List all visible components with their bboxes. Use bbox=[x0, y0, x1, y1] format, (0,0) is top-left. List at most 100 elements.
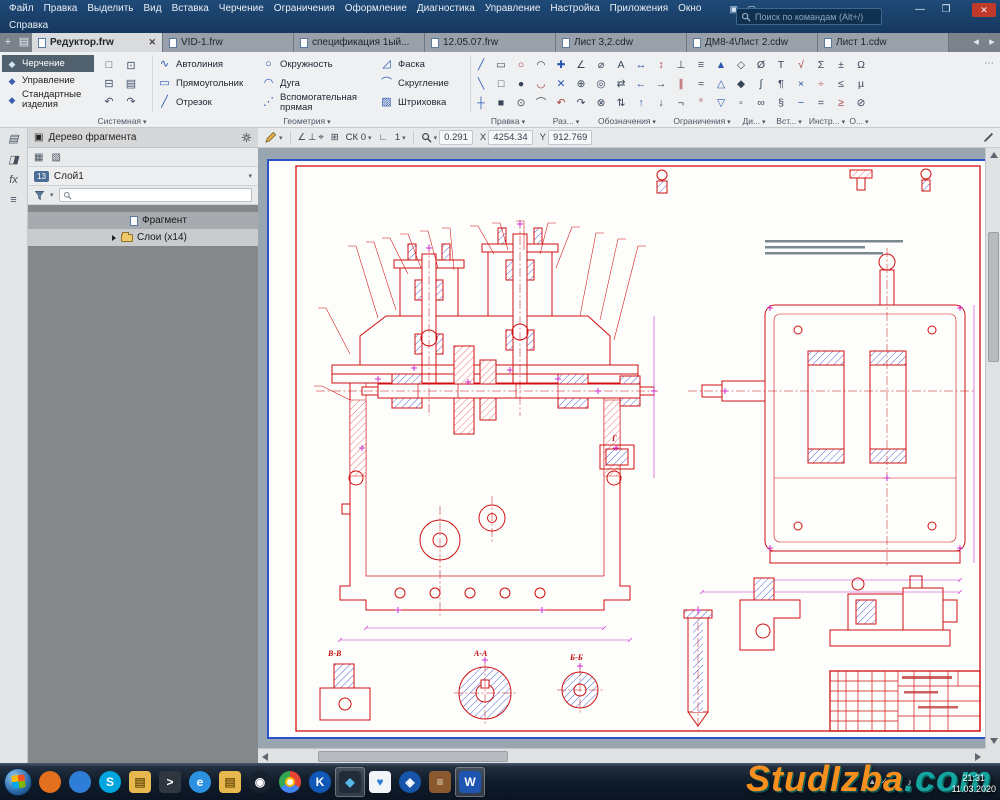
ribbon-tool-icon[interactable]: √ bbox=[791, 55, 811, 74]
ribbon-tool-icon[interactable]: ⊙ bbox=[511, 93, 531, 112]
likes-icon[interactable]: ♥ bbox=[365, 767, 395, 797]
ribbon-tool-icon[interactable]: ≤ bbox=[831, 74, 851, 93]
ortho-icon[interactable]: ∟ bbox=[379, 132, 388, 143]
kompas-app-icon[interactable]: ◆ bbox=[335, 767, 365, 797]
snap-icon[interactable]: ∠ bbox=[298, 132, 307, 143]
fillet-tool[interactable]: ⌒ Скругление bbox=[379, 74, 463, 93]
arc-tool[interactable]: ◠ Дуга bbox=[261, 74, 379, 93]
ie-icon[interactable]: e bbox=[185, 767, 215, 797]
menu-item[interactable]: Справка bbox=[4, 17, 53, 34]
document-tab[interactable]: Лист 1.cdw ✕ bbox=[818, 33, 949, 52]
undo-icon[interactable]: ↶ bbox=[98, 92, 120, 110]
ribbon-section-label[interactable]: Вст... bbox=[772, 116, 806, 126]
tab-scroll-left-icon[interactable]: ◂ bbox=[968, 33, 984, 52]
menu-item[interactable]: Настройка bbox=[545, 0, 604, 17]
coordinate-system-selector[interactable]: СК 0▾ bbox=[346, 132, 372, 143]
ribbon-tool-icon[interactable]: ◇ bbox=[731, 55, 751, 74]
segment-tool[interactable]: ╱ Отрезок bbox=[157, 93, 261, 112]
ribbon-tool-icon[interactable]: ⌒ bbox=[531, 93, 551, 112]
scroll-left-icon[interactable] bbox=[262, 753, 268, 761]
scroll-down-icon[interactable] bbox=[990, 738, 998, 744]
minimize-button[interactable]: — bbox=[910, 3, 930, 17]
pen-button[interactable] bbox=[983, 132, 994, 143]
ribbon-tool-icon[interactable]: ◡ bbox=[531, 74, 551, 93]
new-tab-button[interactable]: + bbox=[0, 33, 16, 52]
document-tab[interactable]: спецификация 1ый... ✕ bbox=[294, 33, 425, 52]
ribbon-tool-icon[interactable]: ⊘ bbox=[851, 93, 871, 112]
ribbon-section-label[interactable]: Ди... bbox=[736, 116, 772, 126]
menu-item[interactable]: Приложения bbox=[605, 0, 674, 17]
search-input[interactable] bbox=[755, 12, 877, 22]
ribbon-tool-icon[interactable]: ▫ bbox=[731, 93, 751, 112]
start-button[interactable] bbox=[4, 768, 32, 796]
ribbon-tool-icon[interactable]: ◆ bbox=[731, 74, 751, 93]
ribbon-section-label[interactable]: О... bbox=[848, 116, 870, 126]
chevron-down-icon[interactable]: ▾ bbox=[50, 191, 54, 199]
ribbon-tool-icon[interactable]: − bbox=[791, 93, 811, 112]
ribbon-tool-icon[interactable]: ◎ bbox=[591, 74, 611, 93]
toolset-upravlenie[interactable]: ◆ Управление bbox=[2, 72, 94, 89]
menu-item[interactable]: Правка bbox=[39, 0, 83, 17]
folder-icon[interactable]: ▤ bbox=[215, 767, 245, 797]
ribbon-section-label[interactable]: Ограничения bbox=[668, 116, 736, 126]
menu-item[interactable]: Диагностика bbox=[412, 0, 480, 17]
ribbon-tool-icon[interactable]: ⇅ bbox=[611, 93, 631, 112]
library-icon[interactable]: ≡ bbox=[425, 767, 455, 797]
filter-icon[interactable] bbox=[34, 190, 45, 201]
ribbon-tool-icon[interactable]: µ bbox=[851, 74, 871, 93]
ribbon-tool-icon[interactable]: □ bbox=[491, 74, 511, 93]
ribbon-tool-icon[interactable]: ° bbox=[691, 93, 711, 112]
console-icon[interactable]: > bbox=[155, 767, 185, 797]
hatch-tool[interactable]: ▨ Штриховка bbox=[379, 93, 463, 112]
ribbon-tool-icon[interactable]: ÷ bbox=[811, 74, 831, 93]
horizontal-scroll-thumb[interactable] bbox=[318, 751, 508, 762]
ribbon-tool-icon[interactable]: Ω bbox=[851, 55, 871, 74]
ribbon-tool-icon[interactable]: Ø bbox=[751, 55, 771, 74]
ribbon-tool-icon[interactable]: = bbox=[811, 93, 831, 112]
ribbon-tool-icon[interactable]: ⊕ bbox=[571, 74, 591, 93]
menu-item[interactable]: Вид bbox=[139, 0, 167, 17]
menu-item[interactable]: Оформление bbox=[340, 0, 412, 17]
draw-panel-icon[interactable]: ◨ bbox=[8, 153, 18, 166]
ribbon-tool-icon[interactable]: ← bbox=[631, 74, 651, 93]
tab-list-button[interactable]: ▤ bbox=[16, 33, 32, 52]
tab-close-icon[interactable]: ✕ bbox=[148, 37, 156, 48]
ribbon-tool-icon[interactable]: ✚ bbox=[551, 55, 571, 74]
zoom-control[interactable]: ▾ 0.291 bbox=[421, 130, 473, 145]
ribbon-tool-icon[interactable]: ¶ bbox=[771, 74, 791, 93]
ribbon-tool-icon[interactable]: ∞ bbox=[751, 93, 771, 112]
ribbon-overflow-icon[interactable]: ⋯ bbox=[984, 58, 994, 69]
chamfer-tool[interactable]: ◿ Фаска bbox=[379, 55, 463, 74]
ribbon-tool-icon[interactable]: ⊗ bbox=[591, 93, 611, 112]
ribbon-tool-icon[interactable]: ┼ bbox=[471, 93, 491, 112]
chrome-icon[interactable] bbox=[275, 767, 305, 797]
tree-toolbar-icon[interactable]: ▧ bbox=[51, 152, 60, 163]
open-icon[interactable]: ⊡ bbox=[120, 56, 142, 74]
document-tab[interactable]: 12.05.07.frw ✕ bbox=[425, 33, 556, 52]
layer-selector[interactable]: 13 Слой1 ▾ bbox=[28, 167, 258, 186]
snap-icon[interactable]: ⌖ bbox=[318, 132, 323, 143]
menu-icon[interactable]: ≡ bbox=[10, 194, 16, 206]
vertical-scrollbar[interactable] bbox=[985, 148, 1000, 748]
drawing-canvas[interactable]: В-В А-А Б-Б Г bbox=[258, 148, 1000, 763]
grid-toggle-icon[interactable]: ⊞ bbox=[331, 132, 339, 143]
toolset-cherchenie[interactable]: ◆ Черчение bbox=[2, 55, 94, 72]
ribbon-tool-icon[interactable]: ↷ bbox=[571, 93, 591, 112]
ribbon-tool-icon[interactable]: ∫ bbox=[751, 74, 771, 93]
tree-search-input[interactable] bbox=[75, 190, 248, 200]
ribbon-section-label[interactable]: Раз... bbox=[546, 116, 586, 126]
autoline-tool[interactable]: ∿ Автолиния bbox=[157, 55, 261, 74]
firefox-icon[interactable] bbox=[35, 767, 65, 797]
ribbon-tool-icon[interactable]: ≥ bbox=[831, 93, 851, 112]
ribbon-tool-icon[interactable]: ∥ bbox=[671, 74, 691, 93]
menu-item[interactable]: Ограничения bbox=[269, 0, 340, 17]
menu-item[interactable]: Выделить bbox=[82, 0, 138, 17]
scroll-up-icon[interactable] bbox=[990, 152, 998, 158]
redo-icon[interactable]: ↷ bbox=[120, 92, 142, 110]
navigator-icon[interactable]: ◈ bbox=[395, 767, 425, 797]
ribbon-tool-icon[interactable]: ↑ bbox=[631, 93, 651, 112]
menu-item[interactable]: Управление bbox=[480, 0, 546, 17]
ribbon-tool-icon[interactable]: ▭ bbox=[491, 55, 511, 74]
ribbon-tool-icon[interactable]: § bbox=[771, 93, 791, 112]
explorer-folder-icon[interactable]: ▤ bbox=[125, 767, 155, 797]
